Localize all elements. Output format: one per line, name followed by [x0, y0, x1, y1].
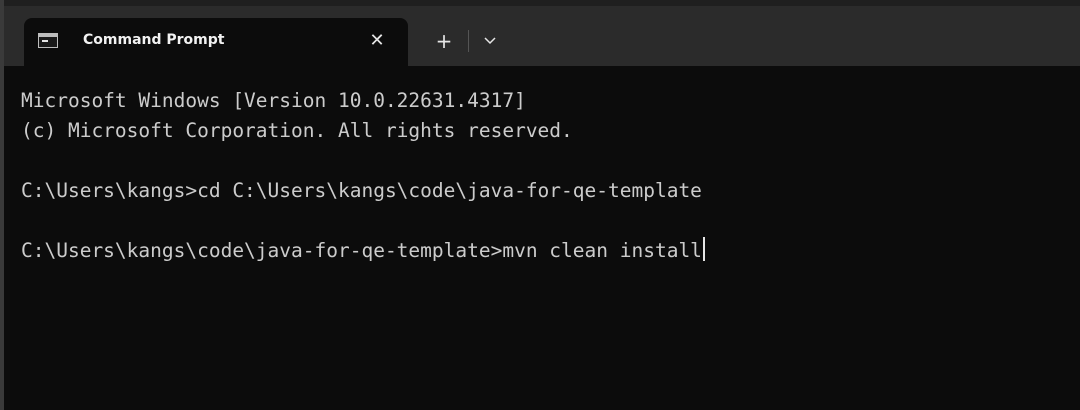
- command-prompt-icon: [38, 33, 58, 48]
- chevron-down-icon: [484, 37, 496, 45]
- terminal-line: Microsoft Windows [Version 10.0.22631.43…: [21, 89, 526, 112]
- terminal-line: (c) Microsoft Corporation. All rights re…: [21, 119, 573, 142]
- tab-command-prompt[interactable]: Command Prompt ✕: [24, 18, 408, 66]
- terminal-output[interactable]: Microsoft Windows [Version 10.0.22631.43…: [4, 66, 1080, 410]
- title-bar-strip: [4, 0, 1080, 6]
- title-bar: Command Prompt ✕ +: [4, 0, 1080, 66]
- new-tab-dropdown-button[interactable]: [477, 28, 503, 54]
- new-tab-button[interactable]: +: [431, 28, 457, 54]
- terminal-line: C:\Users\kangs>cd C:\Users\kangs\code\ja…: [21, 179, 702, 202]
- terminal-prompt-line[interactable]: C:\Users\kangs\code\java-for-qe-template…: [21, 236, 705, 266]
- command-prompt-window: Command Prompt ✕ + Microsoft Windows [Ve…: [0, 0, 1080, 410]
- tab-title: Command Prompt: [83, 32, 225, 48]
- tab-divider: [468, 30, 469, 52]
- text-cursor: [702, 237, 705, 261]
- terminal-command: C:\Users\kangs\code\java-for-qe-template…: [21, 239, 702, 262]
- close-tab-button[interactable]: ✕: [364, 28, 390, 54]
